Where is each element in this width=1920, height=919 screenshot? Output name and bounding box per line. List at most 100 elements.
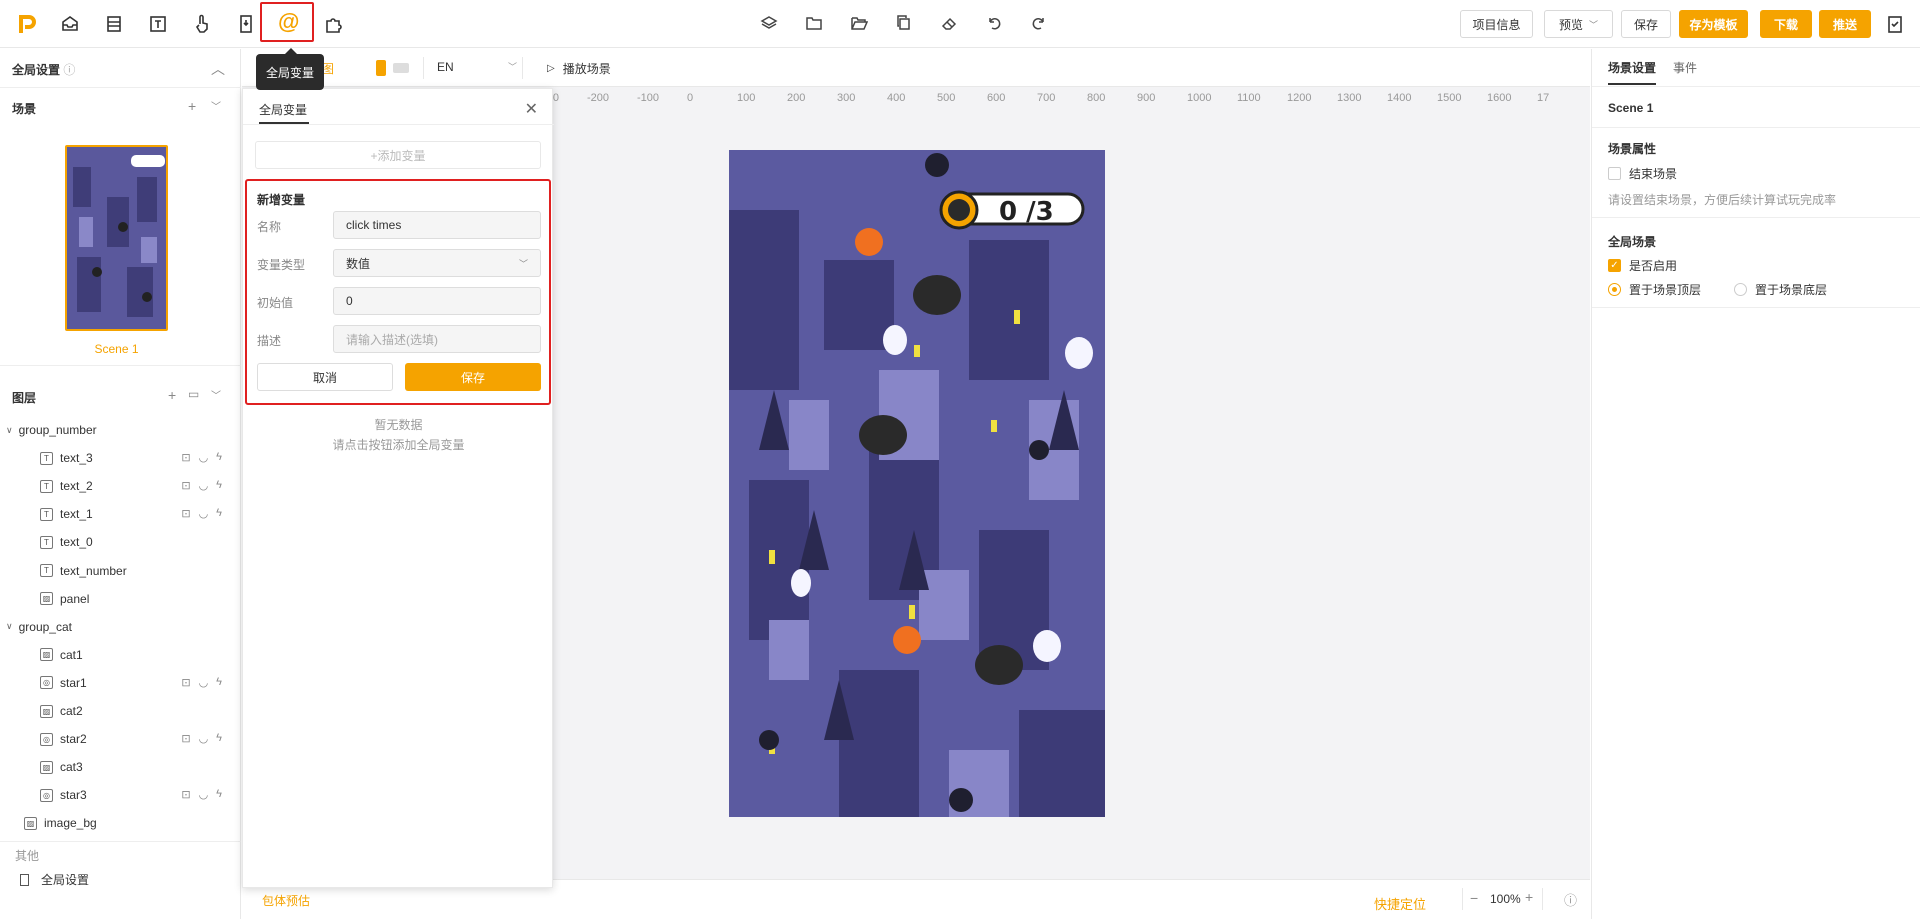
- eye-icon[interactable]: ◡: [199, 507, 209, 520]
- tab-scene-settings[interactable]: 场景设置: [1608, 59, 1656, 76]
- copy-icon[interactable]: [895, 14, 915, 34]
- layer-item[interactable]: ◎ star3 ⊡ ◡ ϟ: [0, 784, 232, 806]
- scene-thumbnail[interactable]: [65, 145, 168, 331]
- layer-item[interactable]: Ttext_3 ⊡ ◡ ϟ: [0, 447, 232, 469]
- radio-top[interactable]: 置于场景顶层: [1608, 281, 1701, 298]
- lightning-icon[interactable]: ϟ: [216, 676, 222, 689]
- hand-pointer-icon[interactable]: [190, 12, 214, 36]
- puzzle-icon[interactable]: [322, 12, 346, 36]
- layer-item[interactable]: ▨ panel: [0, 588, 232, 610]
- layer-item[interactable]: ◎ star1 ⊡ ◡ ϟ: [0, 672, 232, 694]
- end-scene-checkbox[interactable]: 结束场景: [1608, 165, 1677, 182]
- language-select[interactable]: EN ﹀: [437, 60, 517, 74]
- image-icon: ▨: [40, 760, 53, 774]
- lightning-icon[interactable]: ϟ: [216, 732, 222, 745]
- name-input[interactable]: click times: [333, 211, 541, 239]
- folder-icon[interactable]: [805, 14, 825, 34]
- lightning-icon[interactable]: ϟ: [216, 788, 222, 801]
- layer-item[interactable]: ◎ star2 ⊡ ◡ ϟ: [0, 728, 232, 750]
- close-icon[interactable]: ✕: [525, 99, 538, 119]
- eye-icon[interactable]: ◡: [199, 732, 209, 745]
- other-global-settings[interactable]: 全局设置: [20, 871, 89, 888]
- layout-icon[interactable]: [102, 12, 126, 36]
- layer-item[interactable]: Ttext_1 ⊡ ◡ ϟ: [0, 503, 232, 525]
- layer-item[interactable]: Ttext_number: [0, 560, 232, 582]
- eye-icon[interactable]: ◡: [199, 788, 209, 801]
- eye-icon[interactable]: ◡: [199, 676, 209, 689]
- folder-icon[interactable]: ▭: [188, 387, 199, 401]
- undo-icon[interactable]: [985, 14, 1005, 34]
- tab-events[interactable]: 事件: [1673, 59, 1697, 76]
- cancel-button[interactable]: 取消: [257, 363, 393, 391]
- redo-icon[interactable]: [1030, 14, 1050, 34]
- layer-item[interactable]: ▨ cat3: [0, 756, 232, 778]
- layers-icon[interactable]: [760, 14, 780, 34]
- download-button[interactable]: 下载: [1760, 10, 1812, 38]
- form-save-button[interactable]: 保存: [405, 363, 541, 391]
- right-panel: 场景设置 事件 Scene 1 场景属性 结束场景 请设置结束场景，方便后续计算…: [1591, 49, 1920, 919]
- preview-button[interactable]: 预览 ﹀: [1544, 10, 1613, 38]
- zoom-in-icon[interactable]: +: [1525, 889, 1533, 905]
- chevron-down-icon[interactable]: ∨: [6, 425, 13, 436]
- quick-locate-link[interactable]: 快捷定位: [1374, 894, 1426, 913]
- lightning-icon[interactable]: ϟ: [216, 479, 222, 492]
- eye-icon[interactable]: ◡: [199, 479, 209, 492]
- eye-icon[interactable]: ◡: [199, 451, 209, 464]
- enable-label: 是否启用: [1629, 259, 1678, 273]
- chevron-down-icon[interactable]: ﹀: [211, 387, 221, 402]
- add-scene-icon[interactable]: +: [188, 98, 196, 114]
- zoom-out-icon[interactable]: −: [1470, 890, 1478, 906]
- type-select[interactable]: 数值 ﹀: [333, 249, 541, 277]
- save-button[interactable]: 保存: [1621, 10, 1671, 38]
- text-icon[interactable]: [146, 12, 170, 36]
- add-layer-icon[interactable]: +: [168, 387, 176, 403]
- color-swatch-gray[interactable]: [393, 63, 409, 73]
- description-input[interactable]: 请输入描述(选填): [333, 325, 541, 353]
- layer-item[interactable]: ∨ group_number: [0, 419, 232, 441]
- lock-icon[interactable]: ⊡: [181, 732, 190, 745]
- layer-item[interactable]: ▨ cat1: [0, 644, 232, 666]
- lock-icon[interactable]: ⊡: [181, 788, 190, 801]
- layer-item[interactable]: ▨ cat2: [0, 700, 232, 722]
- save-template-button[interactable]: 存为模板: [1679, 10, 1748, 38]
- checklist-icon[interactable]: [1883, 12, 1907, 36]
- lock-icon[interactable]: ⊡: [181, 451, 190, 464]
- chevron-down-icon[interactable]: ∨: [6, 621, 13, 632]
- lock-icon[interactable]: ⊡: [181, 676, 190, 689]
- lightning-icon[interactable]: ϟ: [216, 507, 222, 520]
- lock-icon[interactable]: ⊡: [181, 507, 190, 520]
- logo: [19, 15, 36, 33]
- global-variable-panel: 全局变量 ✕ +添加变量 新增变量 名称 click times 变量类型 数值…: [242, 88, 554, 888]
- play-scene-button[interactable]: ▷ 播放场景: [547, 60, 611, 77]
- initial-value-input[interactable]: 0: [333, 287, 541, 315]
- color-swatch-orange[interactable]: [376, 60, 386, 76]
- scene-preview[interactable]: 0 /3: [729, 150, 1105, 817]
- help-icon[interactable]: ⓘ: [63, 63, 75, 77]
- layer-item[interactable]: Ttext_0: [0, 531, 232, 553]
- push-button[interactable]: 推送: [1819, 10, 1871, 38]
- add-variable-button[interactable]: +添加变量: [255, 141, 541, 169]
- scene-name[interactable]: Scene 1: [65, 342, 168, 356]
- lightning-icon[interactable]: ϟ: [216, 451, 222, 464]
- layer-item[interactable]: ▨ image_bg: [0, 812, 232, 834]
- collapse-icon[interactable]: ︿: [211, 59, 225, 79]
- folder-open-icon[interactable]: [850, 14, 870, 34]
- size-estimate-link[interactable]: 包体预估: [262, 892, 310, 909]
- tab-global-variables[interactable]: 全局变量: [259, 101, 307, 118]
- lock-icon[interactable]: ⊡: [181, 479, 190, 492]
- ruler-tick-label: 1500: [1437, 92, 1462, 104]
- radio-bottom[interactable]: 置于场景底层: [1734, 281, 1827, 298]
- inbox-icon[interactable]: [58, 12, 82, 36]
- eraser-icon[interactable]: [940, 14, 960, 34]
- chevron-down-icon[interactable]: ﹀: [211, 98, 221, 113]
- layer-item[interactable]: Ttext_2 ⊡ ◡ ϟ: [0, 475, 232, 497]
- enable-checkbox[interactable]: ✓ 是否启用: [1608, 257, 1677, 274]
- layer-item[interactable]: ∨ group_cat: [0, 616, 232, 638]
- project-info-button[interactable]: 项目信息: [1460, 10, 1533, 38]
- layer-actions: ⊡ ◡ ϟ: [181, 479, 222, 492]
- other-global-settings-label: 全局设置: [41, 873, 90, 887]
- phone-icon[interactable]: [234, 12, 258, 36]
- at-sign-icon[interactable]: @: [278, 9, 299, 35]
- layer-name: image_bg: [44, 816, 97, 831]
- help-icon[interactable]: ⓘ: [1564, 890, 1577, 909]
